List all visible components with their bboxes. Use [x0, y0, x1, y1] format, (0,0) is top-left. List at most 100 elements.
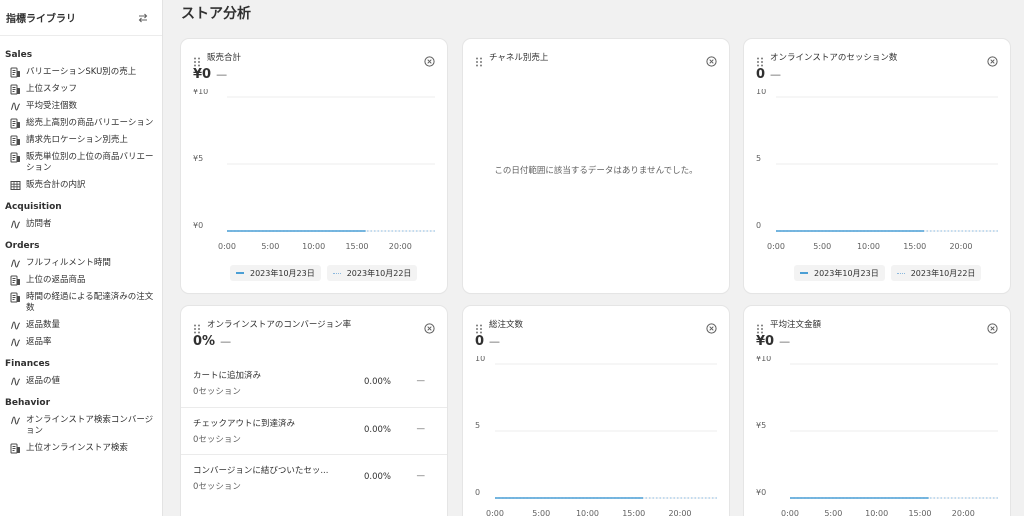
sidebar-item-label: バリエーションSKU別の売上 [26, 67, 137, 77]
metric-value: 0— [475, 334, 501, 349]
empty-state-message: この日付範囲に該当するデータはありませんでした。 [494, 166, 698, 176]
sidebar-item[interactable]: 販売合計の内訳 [0, 177, 162, 194]
sidebar-item[interactable]: 時間の経過による配達済みの注文数 [0, 289, 162, 317]
drag-handle-icon[interactable] [756, 52, 764, 67]
sidebar-item[interactable]: バリエーションSKU別の売上 [0, 64, 162, 81]
row-change: — [416, 376, 426, 386]
x-tick-label: 20:00 [952, 509, 975, 516]
sidebar-item[interactable]: 上位オンラインストア検索 [0, 440, 162, 457]
card-channel-sales[interactable]: チャネル別売上 この日付範囲に該当するデータはありませんでした。 [463, 39, 729, 293]
sidebar-item[interactable]: 請求先ロケーション別売上 [0, 132, 162, 149]
sidebar-item[interactable]: 販売単位別の上位の商品バリエーション [0, 149, 162, 177]
sidebar-item-label: 返品の値 [26, 376, 61, 386]
sidebar-header: 指標ライブラリ [0, 0, 162, 36]
row-pct: 0.00% [363, 377, 391, 387]
x-tick-label: 20:00 [389, 242, 412, 251]
close-icon[interactable] [706, 319, 717, 334]
x-tick-label: 0:00 [486, 509, 504, 516]
legend-item[interactable]: 2023年10月22日 [326, 265, 418, 281]
legend-label: 2023年10月23日 [250, 268, 315, 278]
sidebar-section-heading: Behavior [5, 398, 51, 408]
x-tick-label: 10:00 [576, 509, 599, 516]
sidebar-item[interactable]: オンラインストア検索コンバージョン [0, 412, 162, 440]
sidebar-item[interactable]: 総売上高別の商品バリエーション [0, 115, 162, 132]
legend-item[interactable]: 2023年10月22日 [890, 265, 982, 281]
report-icon [10, 67, 21, 78]
legend-item[interactable]: 2023年10月23日 [794, 265, 885, 281]
sidebar-item[interactable]: 返品率 [0, 334, 162, 351]
conversion-row: カートに追加済み 0セッション 0.00% — [181, 360, 447, 407]
card-title: 販売合計 [207, 53, 242, 63]
sidebar-section-heading: Finances [5, 359, 50, 369]
metric-value: ¥0— [756, 334, 791, 349]
sidebar-item[interactable]: 返品数量 [0, 317, 162, 334]
x-tick-label: 5:00 [261, 242, 279, 251]
row-sub: 0セッション [193, 482, 241, 492]
main-content: ストア分析 販売合計 ¥0— ¥0 ¥5 ¥10 0:00 5:00 10:00 15:00… [164, 0, 1024, 516]
line-chart-icon [10, 415, 21, 426]
legend-swatch [332, 272, 341, 274]
close-icon[interactable] [424, 52, 435, 67]
legend-item[interactable]: 2023年10月23日 [230, 265, 321, 281]
sidebar-item[interactable]: 平均受注個数 [0, 98, 162, 115]
y-tick-label: 5 [756, 154, 761, 163]
row-pct: 0.00% [363, 472, 391, 482]
sidebar-list: Sales バリエーションSKU別の売上 上位スタッフ平均受注個数 総売上高別の商品バ… [0, 36, 162, 457]
sidebar-item[interactable]: 上位スタッフ [0, 81, 162, 98]
drag-handle-icon[interactable] [475, 52, 483, 67]
row-label: チェックアウトに到達済み [193, 419, 296, 429]
sidebar-item-label: 訪問者 [26, 219, 52, 229]
x-tick-label: 0:00 [767, 242, 785, 251]
row-change: — [416, 471, 426, 481]
row-label: カートに追加済み [193, 371, 262, 381]
y-tick-label: ¥5 [756, 421, 766, 430]
report-icon [10, 84, 21, 95]
y-tick-label: ¥10 [756, 356, 771, 363]
sidebar-item[interactable]: 訪問者 [0, 216, 162, 233]
drag-handle-icon[interactable] [193, 52, 201, 67]
report-icon [10, 152, 21, 163]
sidebar-section-heading: Sales [5, 50, 33, 60]
card-average-order-value[interactable]: 平均注文金額 ¥0— ¥0 ¥5 ¥10 0:00 5:00 10:00 15:00 20:0… [744, 306, 1010, 516]
card-sessions[interactable]: オンラインストアのセッション数 0— 0 5 10 0:00 5:00 10:00 15:0… [744, 39, 1010, 293]
card-conversion-rate[interactable]: オンラインストアのコンバージョン率 0% — カートに追加済み 0セッション 0.… [181, 306, 447, 516]
drag-handle-icon[interactable] [756, 319, 764, 334]
sidebar-item-label: 時間の経過による配達済みの注文数 [26, 292, 154, 313]
close-icon[interactable] [987, 52, 998, 67]
legend-swatch [800, 272, 808, 274]
line-chart-icon [10, 101, 21, 112]
drag-handle-icon[interactable] [193, 319, 201, 334]
page-title: ストア分析 [181, 6, 251, 22]
x-tick-label: 5:00 [813, 242, 831, 251]
line-chart-icon [10, 320, 21, 331]
card-title: オンラインストアのコンバージョン率 [207, 320, 352, 330]
sidebar-item[interactable]: 返品の値 [0, 373, 162, 390]
card-title: 総注文数 [489, 320, 524, 330]
card-title: チャネル別売上 [489, 53, 549, 63]
close-icon[interactable] [424, 319, 435, 334]
drag-handle-icon[interactable] [475, 319, 483, 334]
sidebar-title: 指標ライブラリ [6, 14, 76, 25]
sidebar-item-label: 販売合計の内訳 [26, 180, 86, 190]
sidebar-item-label: フルフィルメント時間 [26, 258, 111, 268]
card-total-orders[interactable]: 総注文数 0— 0 5 10 0:00 5:00 10:00 15:00 20:00 [463, 306, 729, 516]
table-icon [10, 180, 21, 191]
sidebar-item[interactable]: 上位の返品商品 [0, 272, 162, 289]
sidebar-item-label: 上位スタッフ [26, 84, 78, 94]
close-icon[interactable] [706, 52, 717, 67]
report-icon [10, 292, 21, 303]
sidebar-item[interactable]: フルフィルメント時間 [0, 255, 162, 272]
y-tick-label: ¥5 [193, 154, 203, 163]
sidebar-item-label: 返品数量 [26, 320, 61, 330]
sidebar-item-label: 返品率 [26, 337, 52, 347]
legend-label: 2023年10月22日 [910, 268, 976, 278]
report-icon [10, 275, 21, 286]
card-title: 平均注文金額 [770, 320, 822, 330]
x-tick-label: 10:00 [865, 509, 888, 516]
close-icon[interactable] [987, 319, 998, 334]
line-chart-total-orders: 0 5 10 0:00 5:00 10:00 15:00 20:00 [475, 356, 717, 516]
card-title: オンラインストアのセッション数 [770, 53, 898, 63]
swap-icon[interactable] [136, 11, 150, 25]
sidebar-item-label: 上位の返品商品 [26, 275, 86, 285]
card-total-sales[interactable]: 販売合計 ¥0— ¥0 ¥5 ¥10 0:00 5:00 10:00 15:00 20:00 … [181, 39, 447, 293]
